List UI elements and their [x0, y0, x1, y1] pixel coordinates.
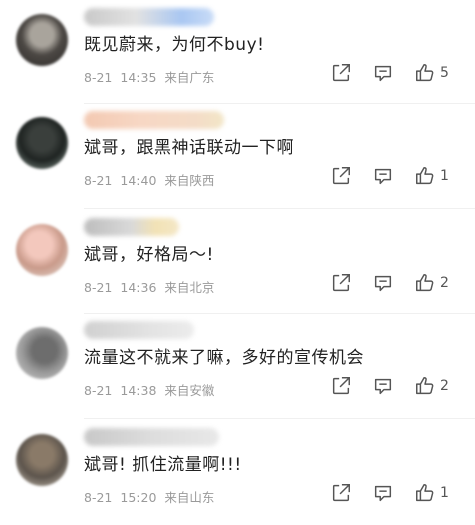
comment-actions: 5 — [330, 62, 470, 86]
comment-meta: 8-21 14:38 来自安徽 — [84, 380, 222, 399]
comment-date: 8-21 — [84, 280, 113, 295]
comment-location: 来自安徽 — [164, 383, 215, 398]
comment-date: 8-21 — [84, 383, 113, 398]
comment-text: 斌哥，好格局～! — [84, 245, 214, 265]
comment-date: 8-21 — [84, 490, 113, 505]
avatar[interactable] — [16, 224, 68, 276]
username-blurred[interactable] — [84, 428, 219, 446]
share-icon[interactable] — [330, 165, 352, 187]
share-icon[interactable] — [330, 375, 352, 397]
comment-time: 14:36 — [120, 280, 157, 295]
like-count: 2 — [440, 275, 449, 291]
username-blurred[interactable] — [84, 111, 224, 129]
comment-text: 既见蔚来，为何不buy! — [84, 35, 265, 55]
comment-item: 流量这不就来了嘛，多好的宣传机会 8-21 14:38 来自安徽 2 — [0, 321, 475, 413]
comment-time: 14:35 — [120, 70, 157, 85]
thumbs-up-icon[interactable] — [414, 62, 436, 84]
comment-actions: 2 — [330, 272, 470, 296]
comment-date: 8-21 — [84, 70, 113, 85]
avatar[interactable] — [16, 117, 68, 169]
comment-text: 流量这不就来了嘛，多好的宣传机会 — [84, 348, 364, 368]
comment-date: 8-21 — [84, 173, 113, 188]
comment-time: 14:38 — [120, 383, 157, 398]
comment-location: 来自陕西 — [164, 173, 215, 188]
comment-actions: 1 — [330, 165, 470, 189]
thumbs-up-icon[interactable] — [414, 482, 436, 504]
comment-item: 斌哥! 抓住流量啊!!! 8-21 15:20 来自山东 1 — [0, 428, 475, 520]
comment-location: 来自山东 — [164, 490, 215, 505]
share-icon[interactable] — [330, 272, 352, 294]
share-icon[interactable] — [330, 62, 352, 84]
comment-meta: 8-21 15:20 来自山东 — [84, 487, 222, 506]
comment-icon[interactable] — [372, 272, 394, 294]
comment-meta: 8-21 14:35 来自广东 — [84, 67, 222, 86]
comment-icon[interactable] — [372, 165, 394, 187]
username-blurred[interactable] — [84, 218, 179, 236]
comment-text: 斌哥! 抓住流量啊!!! — [84, 455, 242, 475]
comment-item: 既见蔚来，为何不buy! 8-21 14:35 来自广东 5 — [0, 8, 475, 100]
divider — [84, 208, 475, 209]
thumbs-up-icon[interactable] — [414, 375, 436, 397]
comment-meta: 8-21 14:40 来自陕西 — [84, 170, 222, 189]
comment-actions: 1 — [330, 482, 470, 506]
avatar[interactable] — [16, 14, 68, 66]
comment-time: 14:40 — [120, 173, 157, 188]
comment-item: 斌哥，好格局～! 8-21 14:36 来自北京 2 — [0, 218, 475, 310]
like-count: 1 — [440, 168, 449, 184]
comment-icon[interactable] — [372, 375, 394, 397]
divider — [84, 418, 475, 419]
username-blurred[interactable] — [84, 8, 214, 26]
comment-actions: 2 — [330, 375, 470, 399]
thumbs-up-icon[interactable] — [414, 165, 436, 187]
avatar[interactable] — [16, 327, 68, 379]
username-blurred[interactable] — [84, 321, 194, 339]
like-count: 1 — [440, 485, 449, 501]
divider — [84, 313, 475, 314]
share-icon[interactable] — [330, 482, 352, 504]
comment-icon[interactable] — [372, 482, 394, 504]
like-count: 2 — [440, 378, 449, 394]
comment-location: 来自北京 — [164, 280, 215, 295]
avatar[interactable] — [16, 434, 68, 486]
comment-item: 斌哥，跟黑神话联动一下啊 8-21 14:40 来自陕西 1 — [0, 111, 475, 203]
thumbs-up-icon[interactable] — [414, 272, 436, 294]
comment-meta: 8-21 14:36 来自北京 — [84, 277, 222, 296]
like-count: 5 — [440, 65, 449, 81]
comment-text: 斌哥，跟黑神话联动一下啊 — [84, 138, 294, 158]
divider — [84, 103, 475, 104]
comment-icon[interactable] — [372, 62, 394, 84]
comment-time: 15:20 — [120, 490, 157, 505]
comment-location: 来自广东 — [164, 70, 215, 85]
